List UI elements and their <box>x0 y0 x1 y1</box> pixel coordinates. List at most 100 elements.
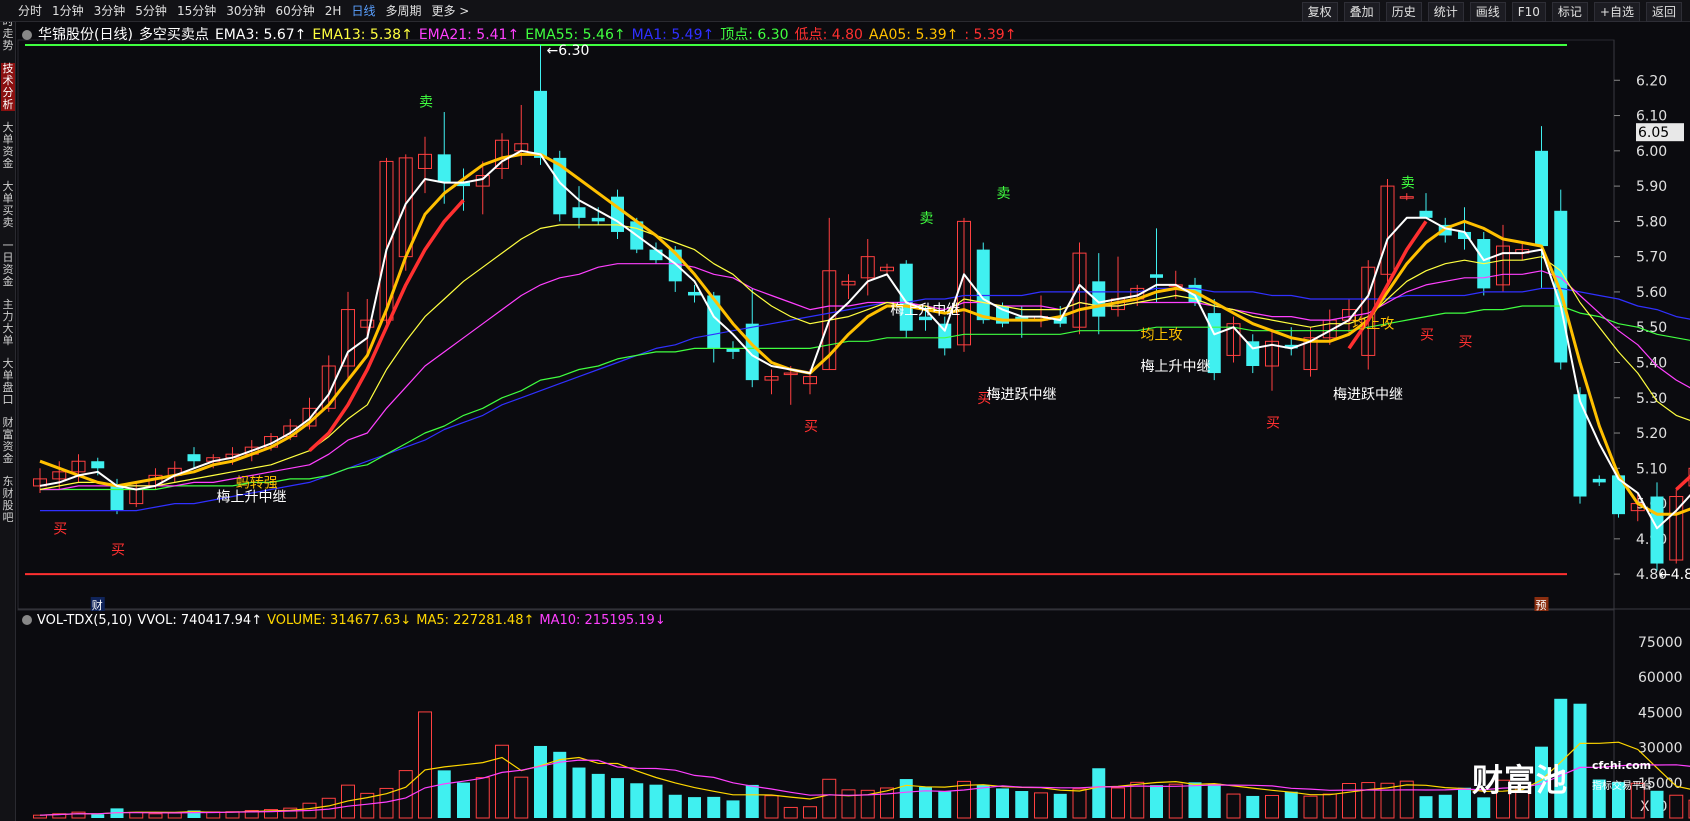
price-tick-label: 5.10 <box>1636 461 1667 477</box>
volume-bar-up <box>1342 783 1356 819</box>
volume-bar-down <box>1477 797 1491 818</box>
volume-bar-up <box>1399 780 1414 819</box>
volume-legend-items: VVOL: 740417.94↑ VOLUME: 314677.63↓ MA5: 2… <box>137 613 670 628</box>
buy-signal: 买 <box>1420 327 1434 343</box>
legend-item: EMA3: 5.67↑ <box>214 27 307 43</box>
volume-tick-label: 60000 <box>1638 670 1683 686</box>
candle-body-down <box>688 291 701 296</box>
watermark-logo: 财富池 <box>1472 763 1568 799</box>
buy-signal: 买 <box>1266 415 1280 431</box>
volume-bar-up <box>1034 792 1048 819</box>
sell-signal: 卖 <box>419 94 433 110</box>
legend-item: 低点: 4.80 <box>794 27 863 43</box>
volume-bar-up <box>841 789 856 819</box>
volume-bar-down <box>745 784 759 818</box>
volume-bar-up <box>379 787 394 819</box>
volume-legend-item: MA10: 215195.19↓ <box>539 613 666 628</box>
volume-bar-down <box>1284 791 1298 818</box>
volume-bar-down <box>91 814 105 818</box>
volume-bar-up <box>148 813 163 819</box>
volume-bar-down <box>1053 793 1067 818</box>
volume-tick-label: 30000 <box>1638 741 1683 757</box>
volume-bar-down <box>1246 795 1260 818</box>
volume-bar-up <box>71 811 86 819</box>
volume-bar-up <box>495 744 509 819</box>
candlestick-chart: 6.206.106.005.905.805.705.605.505.405.30… <box>17 39 1690 819</box>
top-price-label: ←6.30 <box>547 43 590 59</box>
volume-bar-down <box>572 767 586 818</box>
volume-bar-up <box>803 806 817 819</box>
sell-signal: 卖 <box>920 211 934 227</box>
volume-bar-up <box>957 780 971 819</box>
volume-bar-up <box>783 806 798 819</box>
volume-bar-down <box>726 800 740 818</box>
volume-bar-down <box>630 783 644 818</box>
volume-bar-down <box>457 782 470 818</box>
candle-body-down <box>649 249 663 261</box>
price-tick-label: 5.80 <box>1636 214 1667 230</box>
ema21-line <box>40 263 1690 491</box>
dropdown-icon[interactable] <box>22 615 32 625</box>
pattern-annotation: 均上攻 <box>1352 317 1394 333</box>
ma1-line <box>40 287 1690 512</box>
bottom-price-label: ←4.80 <box>1659 567 1690 583</box>
pattern-annotation: 梅上升中继 <box>217 490 287 506</box>
volume-bar-down <box>1092 768 1106 818</box>
price-tick-label: 6.10 <box>1636 109 1667 125</box>
pattern-annotation: 梅上升中继 <box>1141 359 1211 375</box>
price-tick-label: 5.40 <box>1636 355 1667 371</box>
legend-items: EMA3: 5.67↑ EMA13: 5.38↑ EMA21: 5.41↑ EMA55… <box>215 27 1023 43</box>
aa05-line <box>39 152 1690 516</box>
volume-bar-down <box>688 797 701 818</box>
legend-item: EMA55: 5.46↑ <box>525 27 626 43</box>
volume-bar-up <box>1361 782 1376 819</box>
volume-bar-up <box>1226 793 1241 819</box>
volume-bar-down <box>1015 791 1029 818</box>
candle-body-down <box>745 323 759 381</box>
dropdown-icon[interactable] <box>22 30 32 40</box>
volume-bar-up <box>1265 794 1279 819</box>
pattern-annotation: 梅进跃中继 <box>987 387 1057 403</box>
buy-signal: 买 <box>111 542 125 558</box>
legend-item: AA05: 5.39↑ <box>868 27 959 43</box>
candle-body-down <box>1150 274 1163 278</box>
price-tick-label: 6.00 <box>1636 144 1667 160</box>
volume-bar-down <box>611 778 624 818</box>
volume-bar-up <box>1130 781 1145 819</box>
current-price-label: 6.05 <box>1638 125 1669 141</box>
price-tick-label: 6.20 <box>1636 73 1667 89</box>
volume-bar-down <box>976 784 990 818</box>
stock-title: 华锦股份(日线) <box>38 27 133 43</box>
volume-bar-up <box>1072 788 1087 819</box>
watermark-site: cfchi.com <box>1592 759 1652 772</box>
volume-bar-up <box>1322 793 1337 819</box>
volume-legend-item: VVOL: 740417.94↑ <box>137 613 263 628</box>
volume-legend-item: VOLUME: 314677.63↓ <box>267 613 412 628</box>
volume-tick-label: 45000 <box>1638 705 1683 721</box>
legend-item: 顶点: 6.30 <box>720 27 789 43</box>
candle-body-down <box>1419 210 1433 218</box>
pattern-annotation: 梅进跃中继 <box>1333 387 1403 403</box>
volume-bar-up <box>822 778 837 819</box>
candle-body-down <box>611 196 624 232</box>
volume-bar-down <box>1188 782 1202 818</box>
volume-bar-up <box>398 770 413 819</box>
buy-signal: 买 <box>53 521 67 537</box>
volume-bar-up <box>880 787 894 819</box>
ema55-line <box>40 305 1690 491</box>
watermark-subtitle: 指标交易平台 <box>1592 781 1652 792</box>
legend-item: MA1: 5.49↑ <box>631 27 715 43</box>
volume-title: VOL-TDX(5,10) <box>37 613 133 628</box>
candle-body-down <box>534 90 547 158</box>
bottom-marker: 财 <box>92 598 103 612</box>
volume-bar-up <box>167 812 182 819</box>
indicator-name: 多空买卖点 <box>138 27 209 43</box>
legend-item: : 5.39↑ <box>964 27 1017 43</box>
sell-signal: 卖 <box>1401 176 1415 192</box>
buy-signal: 买 <box>804 419 818 435</box>
volume-bar-up <box>1111 787 1125 819</box>
ema13-line <box>39 224 1690 491</box>
price-tick-label: 5.20 <box>1636 426 1667 442</box>
ema3-line <box>39 149 1690 530</box>
volume-legend: VOL-TDX(5,10) VVOL: 740417.94↑ VOLUME: 314… <box>22 613 676 628</box>
